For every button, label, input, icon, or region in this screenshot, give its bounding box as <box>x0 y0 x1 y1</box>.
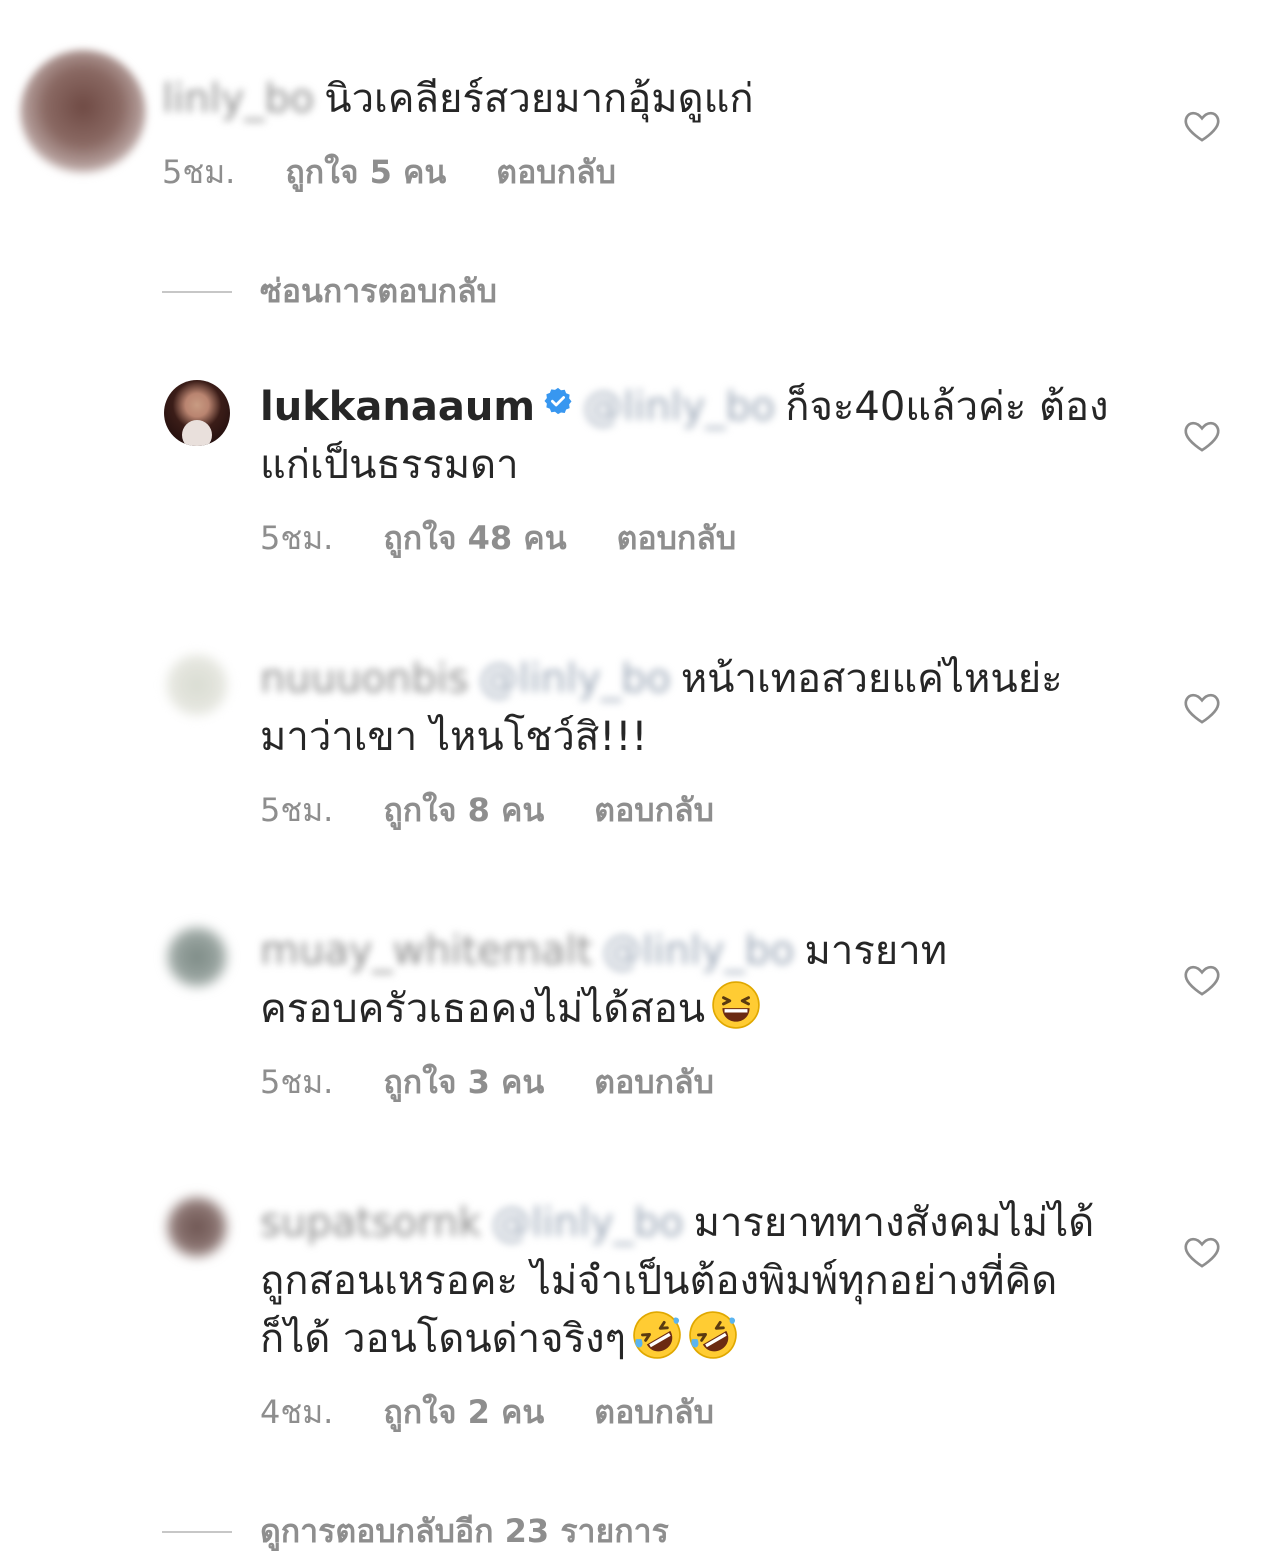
comment-time: 4ชม. <box>260 1393 334 1431</box>
comment-username[interactable]: supatsornk <box>260 1200 481 1246</box>
avatar[interactable] <box>164 380 230 446</box>
comment-time: 5ชม. <box>162 153 236 191</box>
heart-icon[interactable] <box>1182 1232 1222 1272</box>
heart-icon[interactable] <box>1182 688 1222 728</box>
hide-replies-toggle[interactable]: ซ่อนการตอบกลับ <box>162 266 497 310</box>
comment-text: นิวเคลียร์สวยมากอุ้มดูแก่ <box>324 76 754 122</box>
reply-button[interactable]: ตอบกลับ <box>496 153 616 191</box>
heart-icon[interactable] <box>1182 106 1222 146</box>
grinning-squinting-face-icon <box>712 981 760 1029</box>
reply-button[interactable]: ตอบกลับ <box>594 791 714 829</box>
mention-link[interactable]: @linly_bo <box>479 656 671 702</box>
view-more-replies-toggle[interactable]: ดูการตอบกลับอีก 23 รายการ <box>162 1506 669 1550</box>
comment-body: lukkanaaum @linly_bo ก็จะ40แล้วค่ะ ต้องแก… <box>260 378 1110 494</box>
comment-body: muay_whitemalt @linly_bo มารยาท ครอบครัวเธ… <box>260 922 1120 1038</box>
mention-link[interactable]: @linly_bo <box>491 1200 683 1246</box>
mention-link[interactable]: @linly_bo <box>602 928 794 974</box>
verified-badge-icon <box>544 387 572 415</box>
reply-button[interactable]: ตอบกลับ <box>617 519 737 557</box>
comment-likes[interactable]: ถูกใจ 3 คน <box>383 1063 544 1101</box>
view-more-replies-label: ดูการตอบกลับอีก 23 รายการ <box>260 1512 669 1550</box>
comment-username[interactable]: muay_whitemalt <box>260 928 592 974</box>
mention-link[interactable]: @linly_bo <box>583 384 775 430</box>
rolling-on-floor-laughing-icon <box>689 1311 737 1359</box>
comment-meta: 5ชม. ถูกใจ 3 คน ตอบกลับ <box>260 1062 764 1102</box>
comment-time: 5ชม. <box>260 1063 334 1101</box>
comment-username[interactable]: lukkanaaum <box>260 384 535 430</box>
comment-likes[interactable]: ถูกใจ 8 คน <box>383 791 544 829</box>
comment-meta: 4ชม. ถูกใจ 2 คน ตอบกลับ <box>260 1392 764 1432</box>
avatar[interactable] <box>20 50 146 176</box>
thread-divider <box>162 1530 232 1533</box>
comment-username[interactable]: linly_bo <box>162 76 314 122</box>
comment-time: 5ชม. <box>260 791 334 829</box>
comment-likes[interactable]: ถูกใจ 5 คน <box>285 153 446 191</box>
reply-button[interactable]: ตอบกลับ <box>594 1063 714 1101</box>
comment-body: nuuuonbis @linly_bo หน้าเทอสวยแค่ไหนย่ะ มา… <box>260 650 1120 766</box>
thread-divider <box>162 290 232 293</box>
comment-body: linly_bo นิวเคลียร์สวยมากอุ้มดูแก่ <box>162 70 1122 128</box>
comment-meta: 5ชม. ถูกใจ 48 คน ตอบกลับ <box>260 518 786 558</box>
comment-meta: 5ชม. ถูกใจ 5 คน ตอบกลับ <box>162 152 666 192</box>
heart-icon[interactable] <box>1182 960 1222 1000</box>
comment-meta: 5ชม. ถูกใจ 8 คน ตอบกลับ <box>260 790 764 830</box>
comment-username[interactable]: nuuuonbis <box>260 656 469 702</box>
heart-icon[interactable] <box>1182 416 1222 456</box>
avatar[interactable] <box>164 924 230 990</box>
hide-replies-label: ซ่อนการตอบกลับ <box>260 272 497 310</box>
comment-time: 5ชม. <box>260 519 334 557</box>
avatar[interactable] <box>164 1194 230 1260</box>
comment-likes[interactable]: ถูกใจ 48 คน <box>383 519 566 557</box>
comment-body: supatsornk @linly_bo มารยาททางสังคมไม่ได้ถ… <box>260 1194 1120 1368</box>
avatar[interactable] <box>164 652 230 718</box>
comment-likes[interactable]: ถูกใจ 2 คน <box>383 1393 544 1431</box>
rolling-on-floor-laughing-icon <box>633 1311 681 1359</box>
reply-button[interactable]: ตอบกลับ <box>594 1393 714 1431</box>
